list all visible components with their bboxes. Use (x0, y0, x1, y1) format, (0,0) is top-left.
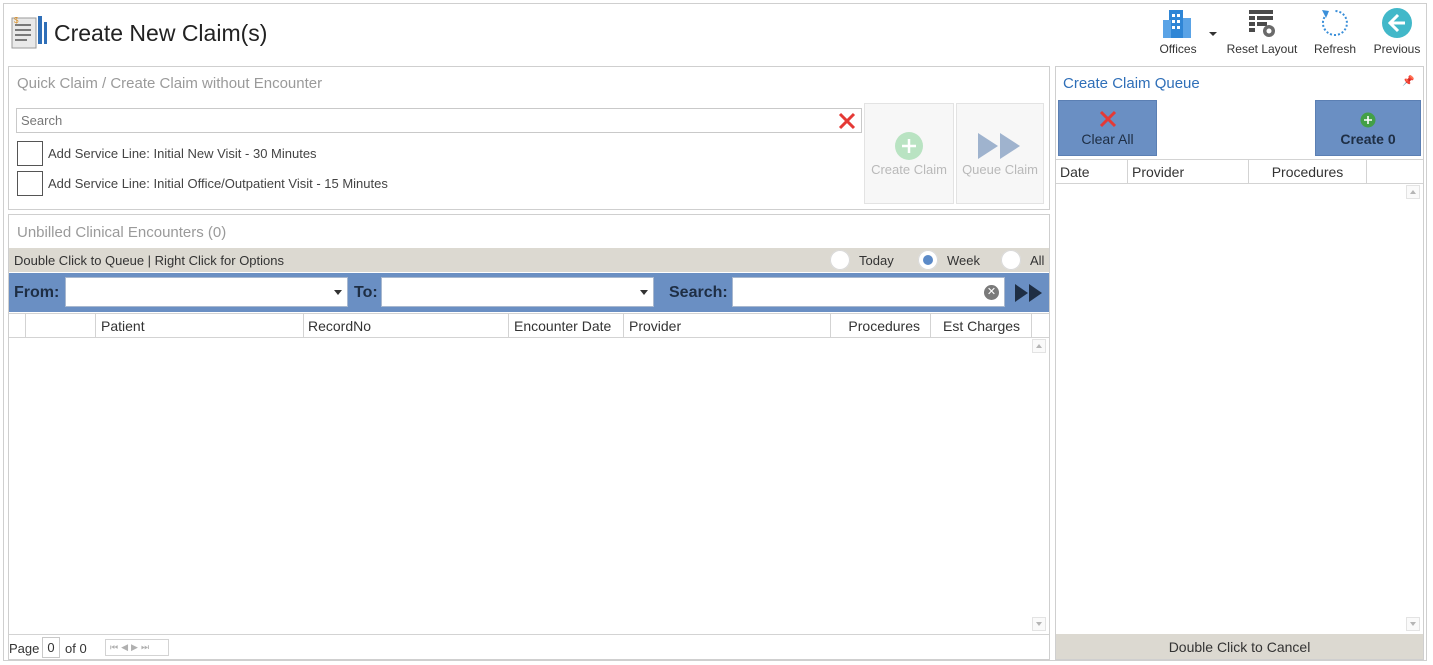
create-queued-claims-button[interactable]: Create 0 (1315, 100, 1421, 156)
clear-search-icon[interactable]: ✕ (984, 285, 999, 300)
offices-dropdown-chevron-icon[interactable] (1208, 30, 1218, 38)
queue-column-header-date[interactable]: Date (1056, 160, 1127, 184)
range-option-label: Week (947, 253, 980, 268)
quick-claim-search[interactable] (16, 108, 862, 133)
column-header-spacer (1031, 314, 1049, 338)
column-header-est-charges[interactable]: Est Charges (930, 314, 1031, 338)
range-option-label: Today (859, 253, 894, 268)
reset-layout-button[interactable]: Reset Layout (1226, 6, 1298, 62)
encounters-options-bar: Double Click to Queue | Right Click for … (9, 248, 1049, 272)
queue-grid-header: Date Provider Procedures (1056, 159, 1423, 184)
clear-search-icon[interactable] (837, 111, 857, 131)
radio-dot-icon (1001, 250, 1021, 270)
to-date-select[interactable] (381, 277, 654, 307)
clear-all-label: Clear All (1081, 131, 1134, 147)
column-header-patient[interactable]: Patient (95, 314, 303, 338)
service-line-label: Add Service Line: Initial Office/Outpati… (48, 176, 388, 191)
service-line-checkbox[interactable] (17, 171, 43, 196)
offices-building-icon (1163, 10, 1191, 38)
queue-claim-label: Queue Claim (962, 162, 1038, 177)
clear-all-button[interactable]: Clear All (1058, 100, 1157, 156)
scroll-up-icon[interactable] (1032, 339, 1046, 353)
service-line-label: Add Service Line: Initial New Visit - 30… (48, 146, 317, 161)
fast-forward-icon (978, 133, 1020, 159)
page-title: Create New Claim(s) (54, 20, 268, 46)
reset-layout-grid-icon (1249, 10, 1275, 37)
pin-icon[interactable]: 📌 (1402, 76, 1414, 87)
create-claim-button[interactable]: Create Claim (864, 103, 954, 204)
column-header-procedures[interactable]: Procedures (830, 314, 930, 338)
from-date-select[interactable] (65, 277, 348, 307)
encounters-filter-bar: From: To: Search: ✕ (9, 273, 1049, 312)
claims-document-icon: $ (11, 16, 47, 49)
clear-x-icon (1099, 110, 1117, 128)
offices-button[interactable]: Offices (1152, 6, 1204, 62)
chevron-down-icon (334, 290, 342, 295)
service-line-row[interactable]: Add Service Line: Initial Office/Outpati… (17, 171, 467, 196)
offices-label: Offices (1159, 42, 1197, 56)
service-line-row[interactable]: Add Service Line: Initial New Visit - 30… (17, 141, 417, 166)
radio-dot-icon (830, 250, 850, 270)
page-label: Page (9, 641, 40, 656)
encounters-hint: Double Click to Queue | Right Click for … (14, 253, 284, 268)
queue-column-header-procedures[interactable]: Procedures (1248, 160, 1366, 184)
service-line-checkbox[interactable] (17, 141, 43, 166)
encounters-grid-header: Patient RecordNo Encounter Date Provider… (9, 313, 1049, 338)
queue-column-header-provider[interactable]: Provider (1127, 160, 1248, 184)
refresh-icon (1321, 10, 1348, 36)
chevron-down-icon (640, 290, 648, 295)
from-label: From: (14, 284, 60, 301)
encounters-title: Unbilled Clinical Encounters (0) (17, 224, 227, 241)
page-number-input[interactable]: 0 (42, 637, 60, 658)
radio-dot-selected-icon (918, 250, 938, 270)
previous-button[interactable]: Previous (1370, 6, 1424, 62)
grid-select-column[interactable] (25, 314, 95, 338)
range-option-label: All (1030, 253, 1045, 268)
column-header-provider[interactable]: Provider (623, 314, 830, 338)
pager-navigation-icons[interactable]: ⏮◀▶⏭ (105, 639, 169, 656)
encounter-search-input[interactable]: ✕ (732, 277, 1005, 307)
encounters-pager: Page 0 of 0 ⏮◀▶⏭ (9, 634, 1049, 659)
claim-queue-title: Create Claim Queue (1063, 75, 1200, 92)
queue-footer-hint: Double Click to Cancel (1056, 634, 1423, 659)
refresh-label: Refresh (1313, 42, 1357, 56)
refresh-button[interactable]: Refresh (1310, 6, 1360, 62)
svg-text:$: $ (14, 16, 19, 25)
scroll-down-icon[interactable] (1032, 617, 1046, 631)
previous-label: Previous (1373, 42, 1421, 56)
scroll-down-icon[interactable] (1406, 617, 1420, 631)
quick-claim-title: Quick Claim / Create Claim without Encou… (17, 75, 323, 92)
to-label: To: (354, 284, 378, 301)
column-header-recordno[interactable]: RecordNo (303, 314, 508, 338)
search-label: Search: (669, 284, 728, 301)
add-circle-icon (895, 132, 923, 160)
create-claim-label: Create Claim (871, 162, 947, 177)
queue-claim-button[interactable]: Queue Claim (956, 103, 1044, 204)
quick-claim-search-input[interactable] (17, 109, 817, 132)
create-queued-claims-label: Create 0 (1340, 131, 1396, 147)
scroll-up-icon[interactable] (1406, 185, 1420, 199)
page-count-label: of 0 (65, 641, 87, 656)
fast-forward-icon[interactable] (1014, 283, 1044, 303)
column-header-encounter-date[interactable]: Encounter Date (508, 314, 623, 338)
back-arrow-icon (1382, 8, 1412, 38)
reset-layout-label: Reset Layout (1226, 42, 1298, 56)
add-circle-icon (1360, 112, 1376, 128)
queue-column-header-spacer (1366, 160, 1423, 184)
